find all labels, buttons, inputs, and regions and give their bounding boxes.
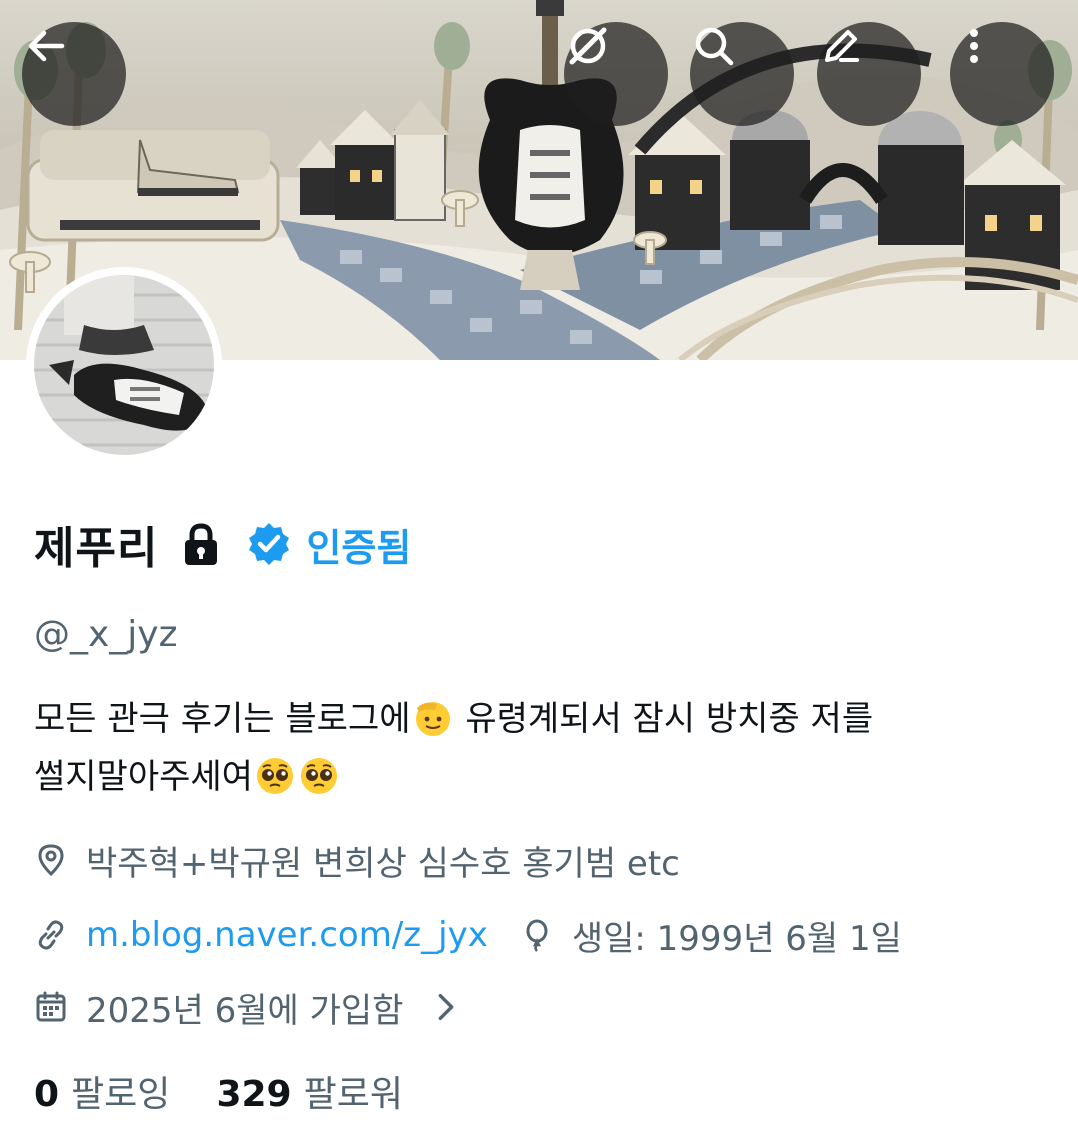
search-icon bbox=[695, 27, 734, 66]
location-row: 박주혁+박규원 변희상 심수호 홍기범 etc bbox=[34, 835, 680, 885]
pleading-face-icon bbox=[300, 758, 337, 794]
following-link[interactable]: 0 팔로잉 bbox=[34, 1065, 170, 1117]
website-link[interactable]: m.blog.naver.com/z_jyx bbox=[86, 915, 488, 955]
calendar-icon bbox=[36, 991, 66, 1022]
bio-text-2: 썰지말아주세여 bbox=[34, 757, 253, 797]
grok-button[interactable] bbox=[564, 22, 668, 126]
lock-icon bbox=[185, 523, 218, 565]
link-row: m.blog.naver.com/z_jyx 생일: 1999년 6월 1일 bbox=[34, 910, 902, 960]
followers-link[interactable]: 329 팔로워 bbox=[216, 1065, 403, 1117]
location-pin-icon bbox=[38, 844, 64, 877]
user-handle: @_x_jyz bbox=[34, 614, 178, 655]
following-label: 팔로잉 bbox=[71, 1074, 171, 1115]
more-options-button[interactable] bbox=[950, 22, 1054, 126]
chevron-right-icon bbox=[439, 993, 454, 1021]
followers-count: 329 bbox=[216, 1074, 292, 1115]
balloon-icon bbox=[526, 919, 548, 952]
joined-row[interactable]: 2025년 6월에 가입함 bbox=[34, 982, 463, 1032]
pencil-icon bbox=[825, 30, 859, 62]
bio: 모든 관극 후기는 블로그에 유령계되서 잠시 방치중 저를 썰지말아주세여 bbox=[34, 690, 1054, 806]
bio-text-1b: 유령계되서 잠시 방치중 저를 bbox=[454, 699, 874, 739]
verified-badge-icon[interactable] bbox=[246, 521, 292, 567]
edit-button[interactable] bbox=[817, 22, 921, 126]
name-row: 제푸리 인증됨 bbox=[34, 512, 411, 576]
profile-page: 제푸리 인증됨 @_x_jyz 모든 관극 후기는 블로그에 유령계되서 잠시 … bbox=[0, 0, 1078, 1133]
followers-label: 팔로워 bbox=[303, 1074, 403, 1115]
avatar-image bbox=[34, 275, 214, 455]
bio-line-2: 썰지말아주세여 bbox=[34, 748, 1054, 806]
display-name: 제푸리 bbox=[34, 523, 159, 574]
back-button[interactable] bbox=[22, 22, 126, 126]
grok-slash-icon bbox=[569, 27, 607, 65]
pleading-face-icon bbox=[256, 758, 293, 794]
birthday-text: 생일: 1999년 6월 1일 bbox=[571, 918, 902, 959]
birthday: 생일: 1999년 6월 1일 bbox=[520, 911, 902, 960]
saluting-face-icon bbox=[415, 702, 450, 736]
verified-label[interactable]: 인증됨 bbox=[306, 517, 411, 572]
bio-line-1: 모든 관극 후기는 블로그에 유령계되서 잠시 방치중 저를 bbox=[34, 690, 1054, 748]
bio-text-1a: 모든 관극 후기는 블로그에 bbox=[34, 699, 411, 739]
joined-text: 2025년 6월에 가입함 bbox=[86, 990, 404, 1031]
following-count: 0 bbox=[34, 1074, 60, 1115]
more-vertical-icon bbox=[970, 29, 978, 63]
follow-stats: 0 팔로잉 329 팔로워 bbox=[34, 1064, 403, 1118]
link-icon bbox=[38, 920, 64, 950]
location-text: 박주혁+박규원 변희상 심수호 홍기범 etc bbox=[86, 843, 680, 884]
search-button[interactable] bbox=[690, 22, 794, 126]
avatar[interactable] bbox=[26, 267, 222, 463]
arrow-left-icon bbox=[28, 30, 65, 62]
